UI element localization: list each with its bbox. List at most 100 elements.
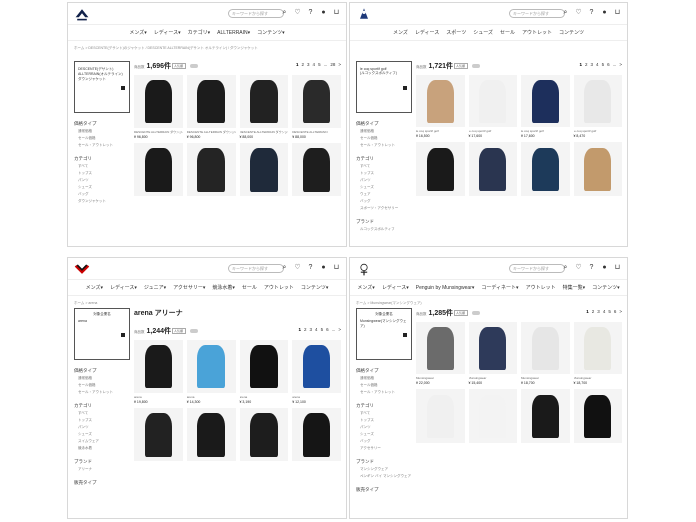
product-card[interactable] <box>468 142 517 196</box>
page-link[interactable]: 4 <box>596 62 599 67</box>
nav-item[interactable]: コーディネート▾ <box>481 284 518 291</box>
product-image[interactable] <box>573 389 622 443</box>
product-card[interactable] <box>239 407 289 462</box>
page-link[interactable]: ... <box>332 327 336 332</box>
cart-icon[interactable]: ⊔ <box>614 264 621 271</box>
search-icon[interactable]: ⌕ <box>562 9 569 16</box>
brand-logo[interactable] <box>74 261 90 277</box>
product-image[interactable] <box>292 407 341 462</box>
filter-option[interactable]: 通常価格 <box>78 129 130 134</box>
nav-item[interactable]: ALLTERRAIN▾ <box>217 30 250 36</box>
sort-select[interactable]: 人気順 <box>172 63 186 69</box>
filter-option[interactable]: トップス <box>360 418 412 423</box>
product-image[interactable] <box>186 75 236 128</box>
product-image[interactable] <box>468 389 517 443</box>
product-card[interactable] <box>521 389 570 443</box>
page-link[interactable]: ... <box>613 62 617 67</box>
product-image[interactable] <box>573 75 622 128</box>
help-icon[interactable]: ? <box>307 9 314 16</box>
heart-icon[interactable]: ♡ <box>294 264 301 271</box>
page-link[interactable]: > <box>338 327 341 332</box>
page-link[interactable]: 1 <box>299 327 302 332</box>
product-image[interactable] <box>573 322 622 375</box>
page-link[interactable]: 5 <box>608 309 611 314</box>
product-card[interactable]: le coq sportif golf ¥ 16,500 <box>416 75 465 138</box>
filter-option[interactable]: バッグ <box>78 192 130 197</box>
filter-option[interactable]: ウェア <box>360 192 412 197</box>
sort-select[interactable]: 人気順 <box>454 63 468 69</box>
nav-item[interactable]: 競泳水着▾ <box>212 284 235 291</box>
sort-select[interactable]: 人気順 <box>454 310 468 316</box>
product-card[interactable]: Munsingwear ¥ 15,400 <box>468 322 517 385</box>
search-input[interactable]: キーワードから探す <box>509 264 565 273</box>
product-image[interactable] <box>416 75 465 128</box>
page-link[interactable]: 3 <box>597 309 600 314</box>
filter-option[interactable]: セール・アウトレット <box>360 143 412 148</box>
page-link[interactable]: > <box>619 309 622 314</box>
product-image[interactable] <box>292 142 341 197</box>
filter-option[interactable]: 通常価格 <box>360 129 412 134</box>
product-image[interactable] <box>239 142 289 197</box>
product-image[interactable] <box>468 75 517 128</box>
nav-item[interactable]: セール <box>500 29 515 36</box>
nav-item[interactable]: スポーツ <box>446 29 466 36</box>
page-link[interactable]: 1 <box>580 62 583 67</box>
filter-option[interactable]: バッグ <box>360 439 412 444</box>
filter-option[interactable]: パンツ <box>360 178 412 183</box>
page-link[interactable]: ... <box>324 62 328 67</box>
product-card[interactable]: Munsingwear ¥ 18,700 <box>573 322 622 385</box>
nav-item[interactable]: カテゴリ▾ <box>188 29 211 36</box>
page-link[interactable]: 1 <box>296 62 299 67</box>
search-input[interactable]: キーワードから探す <box>228 9 284 18</box>
search-input[interactable]: キーワードから探す <box>228 264 284 273</box>
stock-toggle[interactable] <box>472 64 480 68</box>
product-card[interactable] <box>186 142 236 197</box>
page-link[interactable]: 28 <box>330 62 335 67</box>
filter-option[interactable]: トップス <box>78 418 130 423</box>
product-image[interactable] <box>521 322 570 375</box>
product-image[interactable] <box>521 75 570 128</box>
cart-icon[interactable]: ⊔ <box>333 264 340 271</box>
filter-option[interactable]: セール価格 <box>78 383 130 388</box>
cart-icon[interactable]: ⊔ <box>333 9 340 16</box>
nav-item[interactable]: メンズ▾ <box>86 284 103 291</box>
page-link[interactable]: 3 <box>307 62 310 67</box>
product-image[interactable] <box>134 75 183 128</box>
account-icon[interactable]: ● <box>601 264 608 271</box>
filter-option[interactable]: パンツ <box>78 425 130 430</box>
page-link[interactable]: 4 <box>313 62 316 67</box>
filter-option[interactable]: 競泳水着 <box>78 446 130 451</box>
stock-toggle[interactable] <box>472 311 480 315</box>
product-card[interactable]: arena ¥ 14,300 <box>186 340 236 404</box>
product-card[interactable] <box>134 407 183 462</box>
product-card[interactable]: le coq sportif golf ¥ 17,600 <box>468 75 517 138</box>
filter-option[interactable]: ルコックスポルティフ <box>360 227 412 232</box>
product-card[interactable] <box>292 142 341 197</box>
page-link[interactable]: 5 <box>318 62 321 67</box>
product-card[interactable] <box>186 407 236 462</box>
filter-option[interactable]: シューズ <box>360 185 412 190</box>
filter-option[interactable]: シューズ <box>78 432 130 437</box>
product-image[interactable] <box>521 142 570 196</box>
page-link[interactable]: 2 <box>592 309 595 314</box>
page-link[interactable]: > <box>619 62 622 67</box>
page-link[interactable]: 2 <box>585 62 588 67</box>
nav-item[interactable]: メンズ <box>393 29 408 36</box>
account-icon[interactable]: ● <box>601 9 608 16</box>
product-image[interactable] <box>521 389 570 443</box>
help-icon[interactable]: ? <box>307 264 314 271</box>
sort-select[interactable]: 人気順 <box>172 328 186 334</box>
product-card[interactable] <box>468 389 517 443</box>
nav-item[interactable]: メンズ▾ <box>357 284 374 291</box>
search-icon[interactable]: ⌕ <box>562 264 569 271</box>
filter-option[interactable]: バッグ <box>360 199 412 204</box>
brand-logo[interactable] <box>356 261 372 277</box>
filter-option[interactable]: セール価格 <box>78 136 130 141</box>
product-card[interactable]: Munsingwear ¥ 22,000 <box>416 322 465 385</box>
remove-brand-icon[interactable] <box>121 333 125 337</box>
product-card[interactable] <box>416 142 465 196</box>
search-icon[interactable]: ⌕ <box>281 264 288 271</box>
stock-toggle[interactable] <box>190 64 198 68</box>
brand-logo[interactable] <box>356 6 372 22</box>
product-image[interactable] <box>134 407 183 462</box>
